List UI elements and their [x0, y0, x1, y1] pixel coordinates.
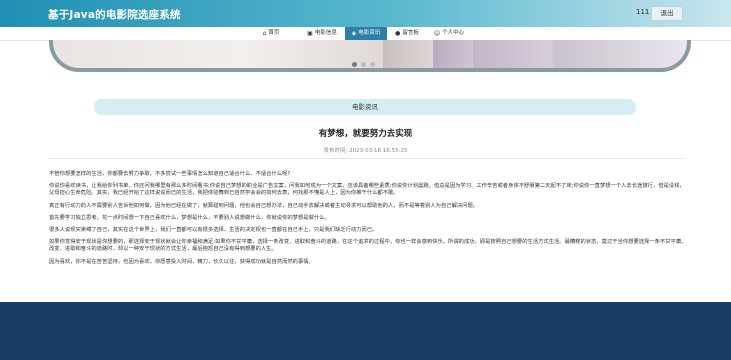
nav-item-label: 个人中心 — [442, 30, 465, 36]
help-icon: ● — [395, 30, 401, 37]
article-paragraph: 真正有行动力的人不需要别人告诉他如何做，因为他已经在做了，就算碰到问题，他也会自… — [49, 202, 479, 209]
nav-item-news[interactable]: ◈ 电影资讯 — [345, 27, 387, 40]
article-paragraph: 很多人说现实束缚了自己，其实在这个世界上，我们一直都可以有很多选择，生活的决定权… — [49, 227, 378, 234]
main-nav: ⌂ 首页 ▣ 电影信息 ◈ 电影资讯 ● 留言板 ☺ 个人中心 — [0, 27, 731, 41]
logout-button[interactable]: 退出 — [651, 6, 683, 21]
article-paragraph: 不管你想要怎样的生活，你都要去努力争取，不多尝试一些事情怎么知道自己适合什么、不… — [49, 171, 291, 177]
publish-time-value: 2023-03-16 16:55:25 — [349, 148, 408, 154]
divider — [49, 158, 683, 159]
article-publish-time: 发布时间: 2023-03-16 16:55:25 — [0, 146, 731, 154]
nav-item-home[interactable]: ⌂ 首页 — [256, 27, 286, 40]
article-paragraph: 因为喜欢，你不是在苦苦坚持，也因为喜欢，你愿意投入时间、精力，长久以往，获得成功… — [49, 258, 314, 265]
user-icon: ☺ — [433, 30, 441, 37]
nav-item-messages[interactable]: ● 留言板 — [390, 27, 424, 40]
banner-image-overlay — [433, 40, 553, 68]
nav-item-label: 电影资讯 — [358, 30, 381, 36]
nav-item-label: 留言板 — [402, 30, 419, 36]
news-icon: ◈ — [351, 30, 357, 37]
carousel-dot[interactable] — [352, 62, 357, 67]
publish-time-label: 发布时间: — [323, 148, 348, 154]
article-content: 不管你想要怎样的生活，你都要去努力争取，不多尝试一些事情怎么知道自己适合什么、不… — [49, 171, 689, 271]
carousel-dot[interactable] — [361, 62, 366, 67]
page-footer — [0, 302, 731, 360]
user-name: 111 — [636, 8, 650, 16]
article-paragraph: 首先要学习独立思考。花一点时间想一下自己喜欢什么，梦想是什么，不要别人说想做什么… — [49, 214, 330, 221]
article-title: 有梦想，就要努力去实现 — [318, 129, 413, 139]
nav-item-profile[interactable]: ☺ 个人中心 — [428, 27, 470, 40]
nav-item-label: 电影信息 — [314, 30, 337, 36]
carousel-dots — [352, 62, 375, 67]
home-icon: ⌂ — [262, 30, 267, 37]
carousel-dot[interactable] — [370, 62, 375, 67]
article-paragraph: 如果你觉得安于现状是你想要的，那选择安于现状就会让你幸福和满足;如果你不甘平庸，… — [49, 239, 687, 253]
banner-carousel[interactable] — [49, 40, 691, 72]
nav-item-label: 首页 — [268, 30, 280, 36]
film-icon: ▣ — [307, 30, 313, 37]
article-paragraph: 你说你喜欢读书，让我给你列书单，你还问我哪里有那么多时间看书;你说自己梦想的职业… — [49, 183, 685, 197]
section-title: 电影资讯 — [94, 99, 636, 115]
top-header: 基于Java的电影院选座系统 111 退出 — [0, 0, 731, 27]
nav-item-movies[interactable]: ▣ 电影信息 — [302, 27, 342, 40]
site-title: 基于Java的电影院选座系统 — [48, 9, 181, 21]
